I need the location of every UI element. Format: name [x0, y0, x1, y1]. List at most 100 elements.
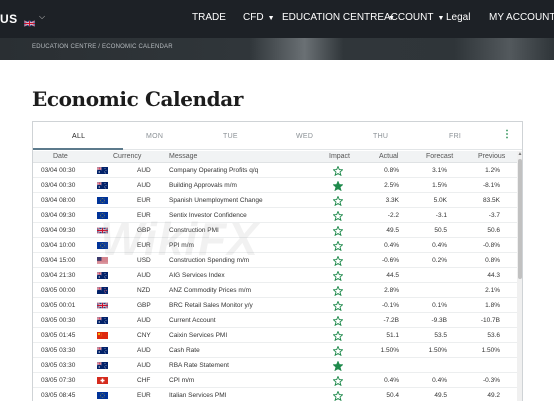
row-message: AIG Services Index [169, 272, 225, 279]
nav-education-centre[interactable]: EDUCATION CENTRE ▼ [282, 12, 395, 23]
table-row[interactable]: 03/05 07:30 CHF CPI m/m 0.4% 0.4% -0.3% [33, 373, 517, 388]
row-actual: -2.2 [387, 212, 399, 219]
australia-flag-icon [97, 167, 108, 174]
row-previous: 53.6 [487, 332, 500, 339]
impact-star-icon [332, 300, 344, 313]
impact-star-icon [332, 240, 344, 253]
row-date: 03/04 00:30 [41, 182, 76, 189]
nav-account[interactable]: ACCOUNT ▼ [384, 12, 444, 23]
row-forecast: -3.1 [435, 212, 447, 219]
day-tabs: ALL MON TUE WED THU FRI ⋮ [33, 122, 522, 150]
row-currency: EUR [137, 197, 151, 204]
table-row[interactable]: 03/05 03:30 AUD RBA Rate Statement [33, 358, 517, 373]
tab-all[interactable]: ALL [72, 133, 85, 140]
column-header-previous[interactable]: Previous [478, 153, 505, 160]
row-message: BRC Retail Sales Monitor y/y [169, 302, 253, 309]
row-forecast: 0.4% [432, 377, 447, 384]
row-forecast: 0.4% [432, 242, 447, 249]
tab-thu[interactable]: THU [373, 133, 388, 140]
row-forecast: 53.5 [434, 332, 447, 339]
column-header-impact[interactable]: Impact [329, 153, 350, 160]
impact-star-icon [332, 255, 344, 268]
row-message: ANZ Commodity Prices m/m [169, 287, 251, 294]
impact-star-icon [332, 360, 344, 373]
row-previous: -0.3% [483, 377, 500, 384]
caret-down-icon: ▼ [437, 15, 445, 22]
column-header-message[interactable]: Message [169, 153, 197, 160]
row-actual: 3.3K [385, 197, 399, 204]
tab-tue[interactable]: TUE [223, 133, 238, 140]
watermark: WikiFX [100, 213, 259, 265]
table-row[interactable]: 03/05 01:45 CNY Caixin Services PMI 51.1 53.… [33, 328, 517, 343]
row-previous: 1.2% [485, 167, 500, 174]
row-message: Caixin Services PMI [169, 332, 228, 339]
nav-my-account[interactable]: MY ACCOUNT [489, 12, 554, 23]
table-row[interactable]: 03/04 00:30 AUD Company Operating Profits … [33, 163, 517, 178]
language-chevron-down-icon[interactable]: ⌵ [39, 12, 45, 22]
brand-logo[interactable]: US [0, 12, 18, 26]
row-currency: AUD [137, 317, 151, 324]
row-previous: 1.8% [485, 302, 500, 309]
nav-cfd-label: CFD [243, 12, 264, 23]
row-previous: 83.5K [483, 197, 500, 204]
china-flag-icon [97, 332, 108, 339]
tab-fri[interactable]: FRI [449, 133, 461, 140]
table-row[interactable]: 03/05 08:45 EUR Italian Services PMI 50.4 49… [33, 388, 517, 401]
australia-flag-icon [97, 347, 108, 354]
row-actual: 0.4% [384, 242, 399, 249]
uk-flag-icon[interactable] [24, 14, 35, 32]
top-navigation-bar: US ⌵ TRADE CFD ▼ EDUCATION CENTRE ▼ ACCOUN… [0, 0, 554, 38]
nav-trade-label: TRADE [192, 12, 226, 23]
nav-education-centre-label: EDUCATION CENTRE [282, 12, 385, 23]
impact-star-icon [332, 195, 344, 208]
vertical-scrollbar[interactable]: ▲ [517, 151, 522, 401]
column-header-actual[interactable]: Actual [379, 153, 398, 160]
scrollbar-thumb[interactable] [518, 159, 522, 279]
table-row[interactable]: 03/04 00:30 AUD Building Approvals m/m 2.5%… [33, 178, 517, 193]
impact-star-icon [332, 270, 344, 283]
nav-account-label: ACCOUNT [384, 12, 434, 23]
tab-wed[interactable]: WED [296, 133, 313, 140]
more-options-icon[interactable]: ⋮ [502, 130, 512, 140]
row-actual: 2.5% [384, 182, 399, 189]
nav-legal[interactable]: Legal [446, 12, 470, 23]
nav-trade[interactable]: TRADE [192, 12, 226, 23]
row-previous: -8.1% [483, 182, 500, 189]
table-row[interactable]: 03/04 21:30 AUD AIG Services Index 44.5 44.3 [33, 268, 517, 283]
nav-cfd[interactable]: CFD ▼ [243, 12, 275, 23]
row-currency: CNY [137, 332, 151, 339]
table-row[interactable]: 03/05 00:00 NZD ANZ Commodity Prices m/m 2.… [33, 283, 517, 298]
table-row[interactable]: 03/04 08:00 EUR Spanish Unemployment Chang… [33, 193, 517, 208]
row-date: 03/05 07:30 [41, 377, 76, 384]
row-forecast: 0.1% [432, 302, 447, 309]
column-header-currency[interactable]: Currency [113, 153, 141, 160]
impact-star-icon [332, 285, 344, 298]
table-row[interactable]: 03/05 00:01 GBP BRC Retail Sales Monitor y… [33, 298, 517, 313]
australia-flag-icon [97, 272, 108, 279]
row-actual: 50.4 [386, 392, 399, 399]
column-header-date[interactable]: Date [53, 153, 68, 160]
breadcrumb[interactable]: EDUCATION CENTRE / ECONOMIC CALENDAR [32, 44, 173, 50]
column-header-forecast[interactable]: Forecast [426, 153, 453, 160]
row-previous: 2.1% [485, 287, 500, 294]
impact-star-icon [332, 330, 344, 343]
row-forecast: -9.3B [431, 317, 447, 324]
row-forecast: 5.0K [433, 197, 447, 204]
row-previous: 44.3 [487, 272, 500, 279]
row-currency: AUD [137, 347, 151, 354]
scroll-up-arrow-icon[interactable]: ▲ [517, 151, 522, 157]
table-row[interactable]: 03/05 03:30 AUD Cash Rate 1.50% 1.50% 1.50% [33, 343, 517, 358]
row-date: 03/04 09:30 [41, 227, 76, 234]
row-actual: -0.6% [382, 257, 399, 264]
tab-mon[interactable]: MON [146, 133, 163, 140]
australia-flag-icon [97, 362, 108, 369]
row-currency: AUD [137, 362, 151, 369]
row-message: RBA Rate Statement [169, 362, 229, 369]
row-message: Italian Services PMI [169, 392, 227, 399]
table-row[interactable]: 03/05 00:30 AUD Current Account -7.2B -9.3B -… [33, 313, 517, 328]
nav-legal-label: Legal [446, 12, 471, 23]
row-date: 03/04 15:00 [41, 257, 76, 264]
row-currency: AUD [137, 182, 151, 189]
row-message: CPI m/m [169, 377, 195, 384]
row-actual: 51.1 [386, 332, 399, 339]
